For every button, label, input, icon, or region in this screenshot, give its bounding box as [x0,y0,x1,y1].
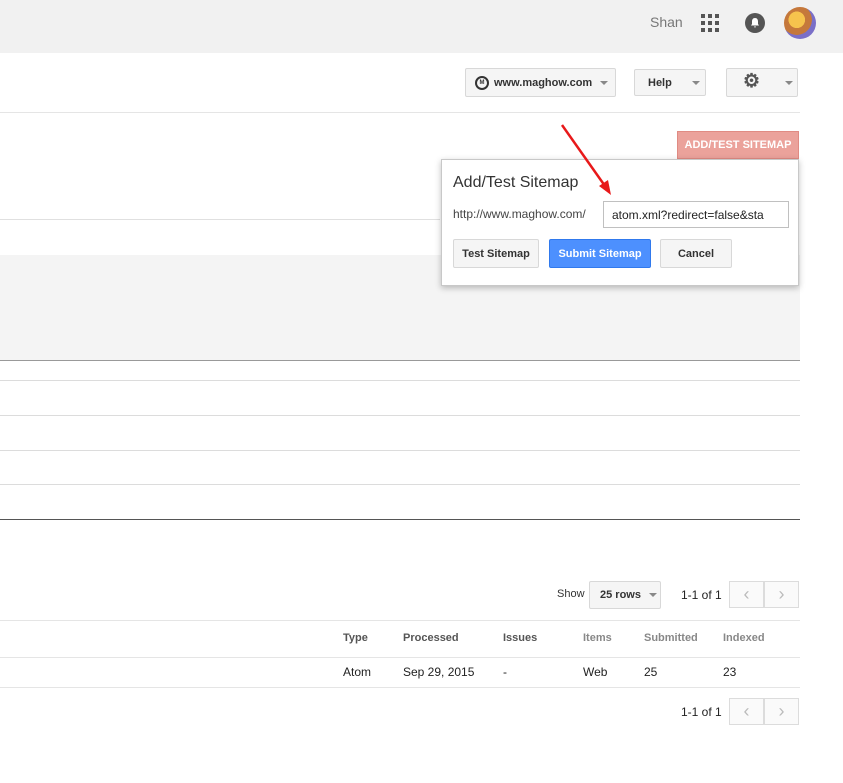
cell-issues: - [503,665,507,679]
rows-per-page-label: 25 rows [600,589,641,601]
help-button[interactable]: Help [634,69,706,96]
gear-icon: ⚙ [743,71,761,92]
rows-per-page-select[interactable]: 25 rows [589,581,661,609]
page-range: 1-1 of 1 [681,588,722,602]
next-page-button[interactable]: › [764,581,799,608]
user-name[interactable]: Shan [650,14,683,30]
cell-submitted: 25 [644,665,658,679]
divider [0,219,440,220]
site-logo-icon: M [475,75,489,90]
chevron-right-icon: › [778,701,785,721]
cell-indexed: 23 [723,665,737,679]
column-header-issues[interactable]: Issues [503,632,537,644]
divider [0,415,800,416]
sitemap-url-prefix: http://www.maghow.com/ [453,207,586,221]
prev-page-button[interactable]: ‹ [729,698,764,725]
column-header-indexed[interactable]: Indexed [723,632,765,644]
settings-button[interactable]: ⚙ [726,68,798,97]
column-header-type[interactable]: Type [343,632,368,644]
avatar[interactable] [784,7,816,39]
cancel-button[interactable]: Cancel [660,239,732,268]
help-label: Help [648,76,672,89]
divider [0,484,800,485]
divider [0,687,800,688]
show-label: Show [557,588,585,600]
divider [0,620,800,621]
add-test-sitemap-button[interactable]: ADD/TEST SITEMAP [677,131,799,159]
sitemap-path-input[interactable] [603,201,789,228]
column-header-submitted[interactable]: Submitted [644,632,698,644]
chevron-down-icon [648,593,657,597]
test-sitemap-button[interactable]: Test Sitemap [453,239,539,268]
annotation-arrow-icon [560,124,611,195]
page-range-bottom: 1-1 of 1 [681,705,722,719]
divider [0,450,800,451]
notifications-bell-icon[interactable] [745,13,765,33]
divider [0,360,800,361]
divider [0,657,800,658]
prev-page-button[interactable]: ‹ [729,581,764,608]
chevron-left-icon: ‹ [743,584,750,604]
cell-items: Web [583,665,608,679]
submit-sitemap-button[interactable]: Submit Sitemap [549,239,651,268]
chevron-right-icon: › [778,584,785,604]
next-page-button[interactable]: › [764,698,799,725]
chevron-down-icon [600,80,609,85]
chevron-down-icon [691,80,700,85]
cell-type: Atom [343,665,372,679]
chevron-down-icon [785,81,793,85]
apps-grid-icon[interactable] [701,14,719,32]
divider [0,519,800,520]
site-selector-label: www.maghow.com [494,76,593,89]
column-header-items[interactable]: Items [583,632,612,644]
site-selector[interactable]: M www.maghow.com [465,68,616,97]
cell-processed: Sep 29, 2015 [403,665,475,679]
divider [0,380,800,381]
toolbar-divider [0,112,800,113]
chevron-left-icon: ‹ [743,701,750,721]
column-header-processed[interactable]: Processed [403,632,459,644]
